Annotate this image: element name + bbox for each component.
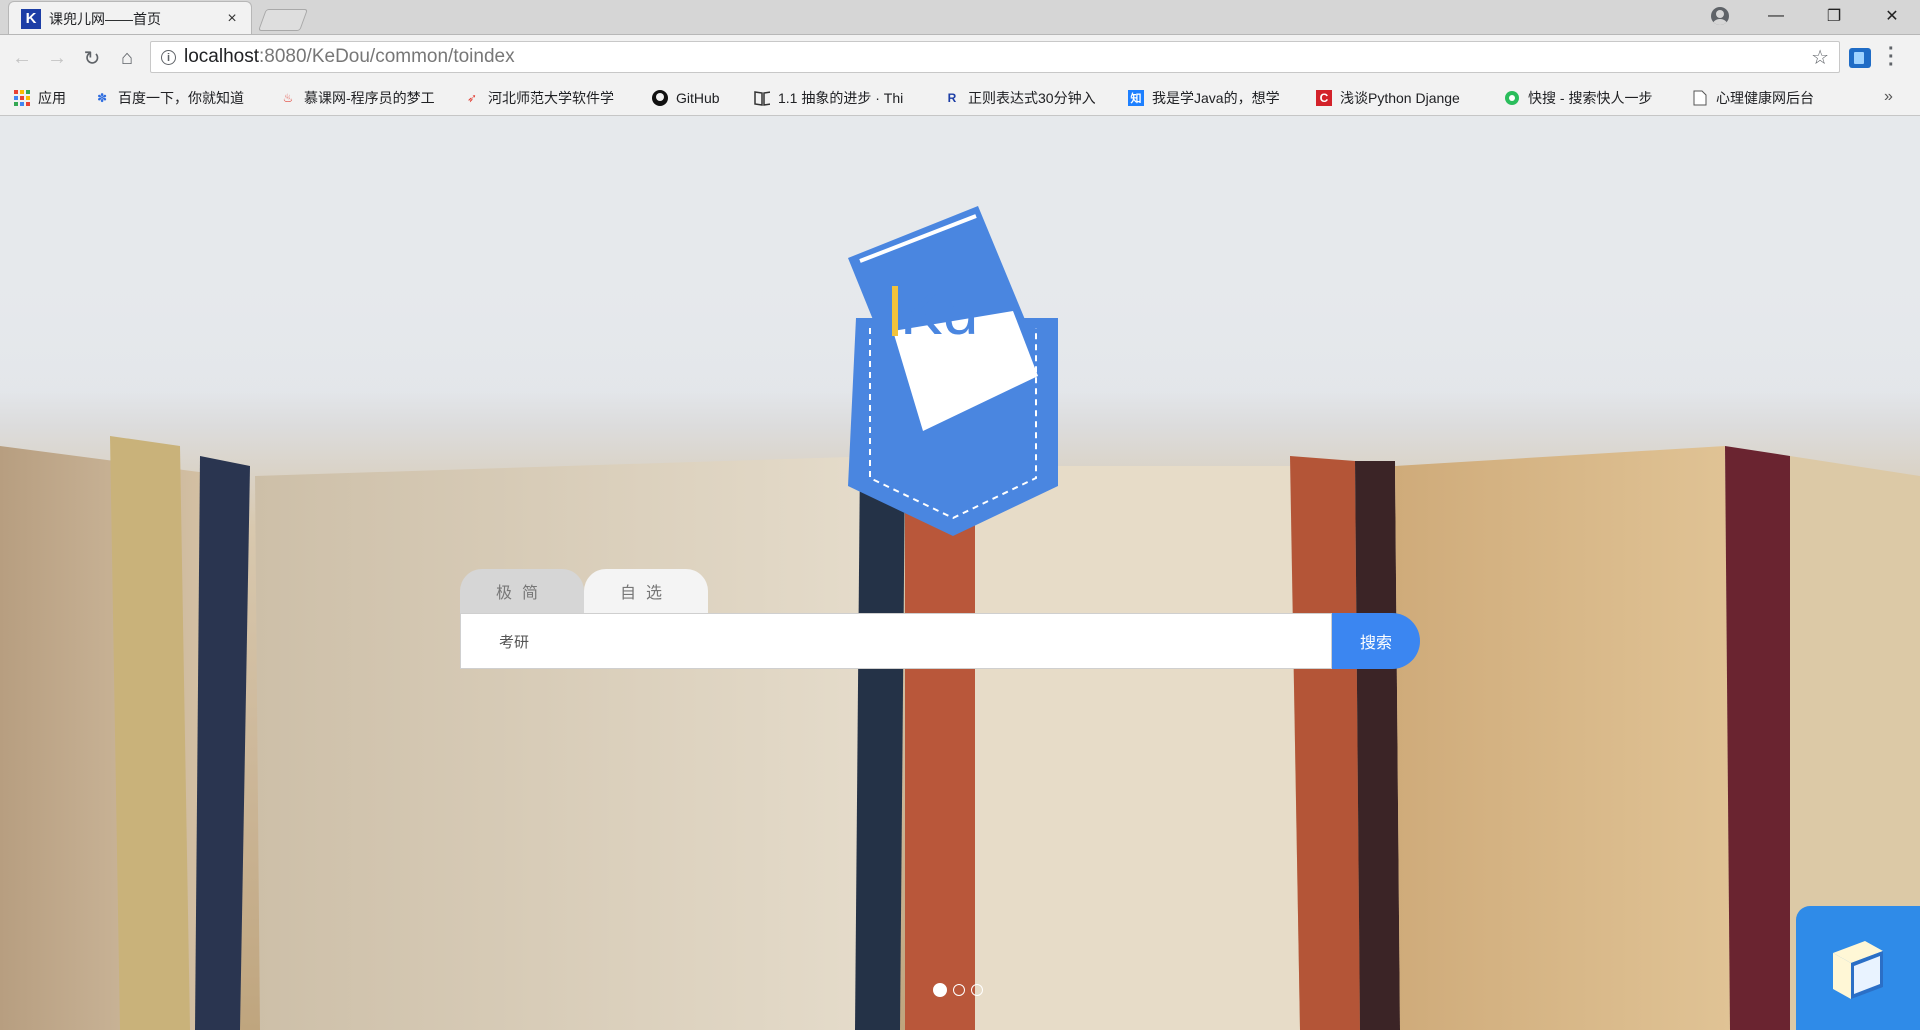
browser-toolbar: ← → ↻ ⌂ i localhost:8080/KeDou/common/to… bbox=[0, 34, 1920, 80]
close-window-button[interactable]: ✕ bbox=[1864, 0, 1920, 32]
bookmarks-bar: 应用 ✽ 百度一下，你就知道 ♨ 慕课网-程序员的梦工 ➶ 河北师范大学软件学 … bbox=[0, 80, 1920, 116]
bookmark-django[interactable]: C 浅谈Python Djange bbox=[1316, 88, 1488, 108]
bookmark-kuaisou[interactable]: 快搜 - 搜索快人一步 bbox=[1504, 88, 1674, 108]
search-mode-tabs: 极简 自选 bbox=[460, 569, 1420, 613]
tab-minimal[interactable]: 极简 bbox=[460, 569, 584, 613]
tab-title: 课兜儿网——首页 bbox=[49, 10, 161, 27]
address-bar[interactable]: i localhost:8080/KeDou/common/toindex ☆ bbox=[150, 41, 1840, 73]
bookmark-zhihu[interactable]: 知 我是学Java的，想学 bbox=[1128, 88, 1300, 108]
bookmark-label: 我是学Java的，想学 bbox=[1152, 90, 1280, 106]
search-input[interactable] bbox=[460, 613, 1332, 669]
rocket-icon: ➶ bbox=[466, 91, 478, 105]
minimize-button[interactable]: — bbox=[1748, 0, 1804, 32]
star-icon[interactable]: ☆ bbox=[1811, 45, 1829, 70]
search-button[interactable]: 搜索 bbox=[1332, 613, 1420, 669]
carousel-dot-2[interactable] bbox=[953, 984, 965, 996]
bookmark-label: 1.1 抽象的进步 · Thi bbox=[778, 90, 904, 106]
zhihu-icon: 知 bbox=[1128, 90, 1144, 106]
page-icon bbox=[1692, 90, 1708, 106]
home-icon[interactable]: ⌂ bbox=[113, 44, 141, 72]
search-panel: 极简 自选 搜索 bbox=[460, 569, 1420, 669]
baidu-paw-icon: ✽ bbox=[96, 91, 108, 105]
logo-text: Kd bbox=[900, 276, 978, 348]
apps-grid-icon bbox=[14, 90, 30, 106]
github-icon bbox=[652, 90, 668, 106]
info-icon[interactable]: i bbox=[161, 49, 176, 65]
profile-icon[interactable] bbox=[1711, 7, 1729, 25]
bookmark-label: 百度一下，你就知道 bbox=[118, 90, 244, 106]
kuaisou-icon bbox=[1504, 90, 1520, 106]
site-favicon-icon: K bbox=[21, 8, 41, 29]
bookmark-label: GitHub bbox=[676, 90, 720, 106]
bookmark-apps[interactable]: 应用 bbox=[14, 88, 66, 108]
bookmark-thinking[interactable]: 1.1 抽象的进步 · Thi bbox=[754, 88, 926, 108]
floating-book-button[interactable] bbox=[1796, 906, 1920, 1030]
browser-tab-strip: K 课兜儿网——首页 × — ❐ ✕ bbox=[0, 0, 1920, 35]
bookmark-github[interactable]: GitHub bbox=[652, 88, 720, 108]
reload-icon[interactable]: ↻ bbox=[78, 44, 106, 72]
menu-icon[interactable]: · · · bbox=[1888, 39, 1895, 75]
book-icon bbox=[754, 90, 770, 106]
carousel-dot-1[interactable] bbox=[933, 983, 947, 997]
bookmark-baidu[interactable]: ✽ 百度一下，你就知道 bbox=[94, 88, 266, 108]
bookmark-label: 河北师范大学软件学 bbox=[488, 90, 614, 106]
bookmark-label: 正则表达式30分钟入 bbox=[968, 90, 1096, 106]
bookmark-label: 慕课网-程序员的梦工 bbox=[304, 90, 435, 106]
browser-tab[interactable]: K 课兜儿网——首页 × bbox=[8, 1, 252, 35]
extension-icon[interactable] bbox=[1849, 48, 1871, 68]
back-icon[interactable]: ← bbox=[8, 44, 36, 72]
bookmark-label: 心理健康网后台 bbox=[1716, 90, 1814, 106]
flame-icon: ♨ bbox=[282, 91, 294, 105]
url-text[interactable]: localhost:8080/KeDou/common/toindex bbox=[184, 46, 1811, 68]
bookmark-hebnu[interactable]: ➶ 河北师范大学软件学 bbox=[464, 88, 636, 108]
bookmark-label: 浅谈Python Djange bbox=[1340, 90, 1460, 106]
close-tab-icon[interactable]: × bbox=[223, 10, 241, 28]
bookmark-psych[interactable]: 心理健康网后台 bbox=[1692, 88, 1814, 108]
restore-button[interactable]: ❐ bbox=[1806, 0, 1862, 32]
carousel-dot-3[interactable] bbox=[971, 984, 983, 996]
more-bookmarks-button[interactable]: » bbox=[1884, 88, 1893, 106]
forward-icon[interactable]: → bbox=[43, 44, 71, 72]
carousel-indicators bbox=[933, 983, 983, 997]
bookmark-label: 快搜 - 搜索快人一步 bbox=[1528, 90, 1653, 106]
bookmark-regex[interactable]: R 正则表达式30分钟入 bbox=[944, 88, 1114, 108]
r-icon: R bbox=[947, 91, 957, 105]
bookmark-imooc[interactable]: ♨ 慕课网-程序员的梦工 bbox=[280, 88, 450, 108]
page-content: Kd 极简 自选 搜索 bbox=[0, 116, 1920, 1030]
bookmark-label: 应用 bbox=[38, 90, 66, 106]
tab-custom[interactable]: 自选 bbox=[584, 569, 708, 613]
book-icon bbox=[1833, 941, 1883, 999]
c-icon: C bbox=[1316, 90, 1332, 106]
new-tab-button[interactable] bbox=[257, 9, 309, 31]
kedou-logo: Kd bbox=[848, 206, 1058, 536]
